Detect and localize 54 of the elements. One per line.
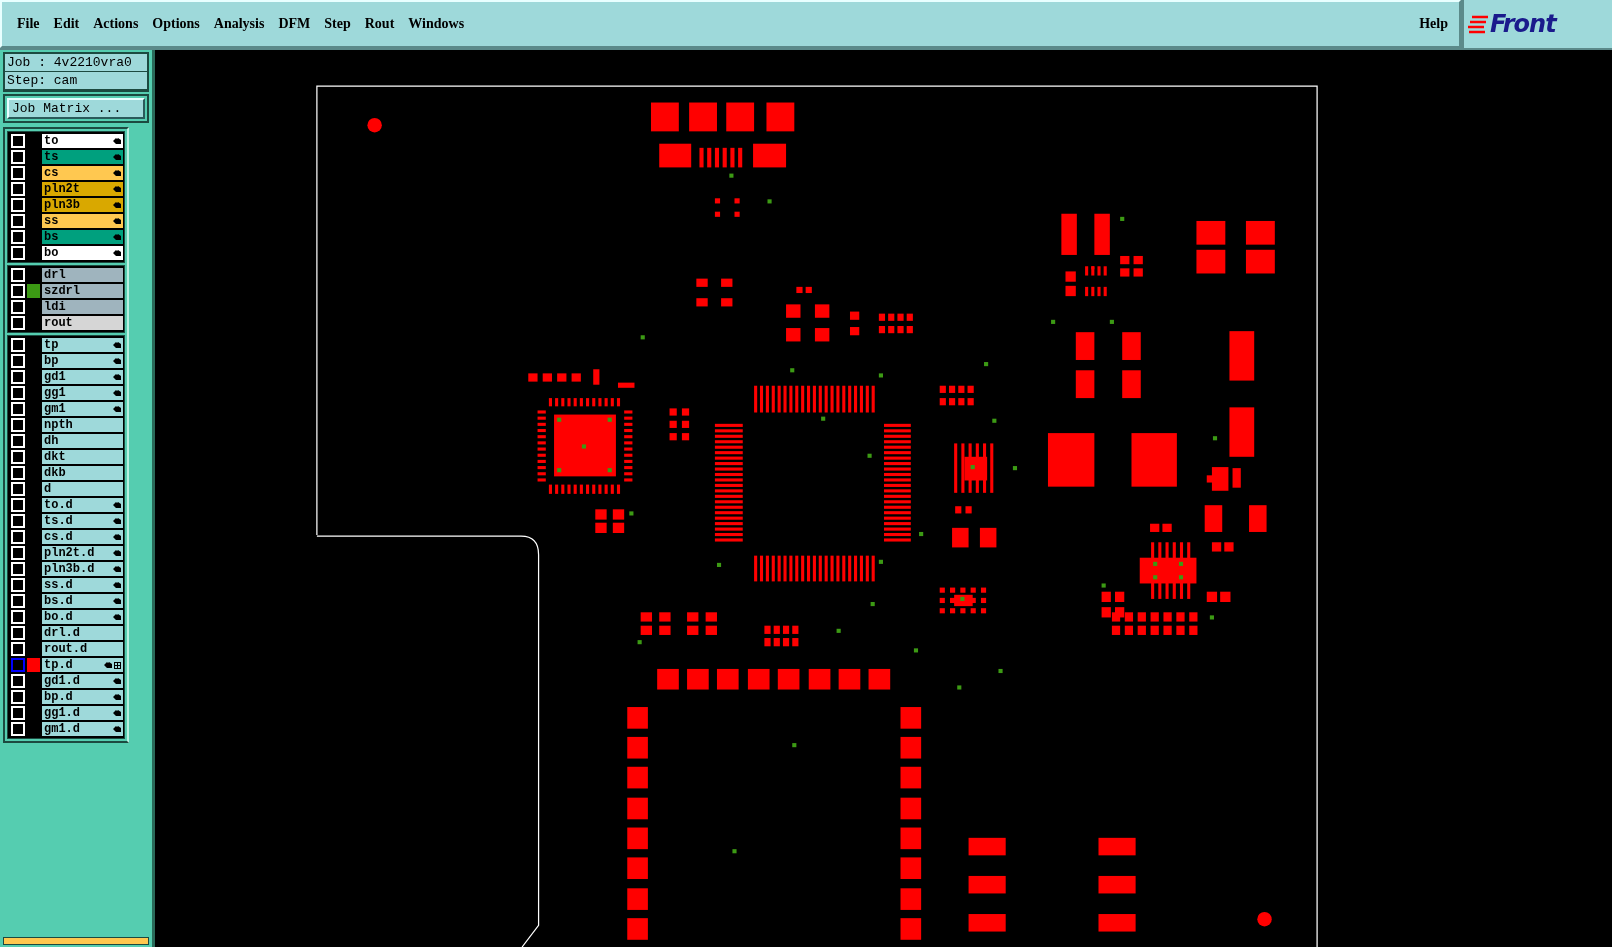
layer-name[interactable]: szdrl (42, 284, 123, 298)
layer-name[interactable]: bp.d (42, 690, 123, 704)
menu-item[interactable]: Edit (46, 12, 87, 36)
layer-name[interactable]: gm1.d (42, 722, 123, 736)
layer-name[interactable]: ss.d (42, 578, 123, 592)
layer-name[interactable]: dkb (42, 466, 123, 480)
layer-name[interactable]: bp (42, 354, 123, 368)
layer-name[interactable]: d (42, 482, 123, 496)
layer-name[interactable]: dh (42, 434, 123, 448)
step-name: Step: cam (5, 72, 147, 90)
layer-toggle[interactable] (11, 658, 25, 672)
layer-name[interactable]: ss (42, 214, 123, 228)
layer-name[interactable]: npth (42, 418, 123, 432)
layer-name[interactable]: ts.d (42, 514, 123, 528)
menu-item[interactable]: Actions (86, 12, 146, 36)
menu-item[interactable]: Rout (357, 12, 402, 36)
layer-name[interactable]: pln3b.d (42, 562, 123, 576)
layer-name[interactable]: bo (42, 246, 123, 260)
layer-name[interactable]: bs (42, 230, 123, 244)
layer-name[interactable]: tp (42, 338, 123, 352)
speed-lines-icon (1468, 14, 1488, 34)
layer-name[interactable]: to (42, 134, 123, 148)
layer-name[interactable]: rout (42, 316, 123, 330)
layer-name[interactable]: bo.d (42, 610, 123, 624)
layer-name[interactable]: drl.d (42, 626, 123, 640)
layer-name[interactable]: gg1.d (42, 706, 123, 720)
layer-name[interactable]: cs (42, 166, 123, 180)
layer-name[interactable]: pln2t.d (42, 546, 123, 560)
layer-name[interactable]: gm1 (42, 402, 123, 416)
layer-name[interactable]: gg1 (42, 386, 123, 400)
layer-name[interactable]: gd1 (42, 370, 123, 384)
layer-name[interactable]: drl (42, 268, 123, 282)
layer-name[interactable]: dkt (42, 450, 123, 464)
layer-name[interactable]: ts (42, 150, 123, 164)
layer-name[interactable]: ldi (42, 300, 123, 314)
job-name: Job : 4v2210vra0 (5, 54, 147, 72)
layer-name[interactable]: bs.d (42, 594, 123, 608)
layer-name[interactable]: rout.d (42, 642, 123, 656)
layer-name[interactable]: pln2t (42, 182, 123, 196)
menu-item[interactable]: Analysis (206, 12, 272, 36)
layer-name[interactable]: pln3b (42, 198, 123, 212)
layer-name[interactable]: cs.d (42, 530, 123, 544)
menu-item[interactable]: Step (317, 12, 358, 36)
menu-item[interactable]: DFM (271, 12, 318, 36)
job-matrix-button[interactable]: Job Matrix ... (7, 98, 145, 119)
layer-name[interactable]: gd1.d (42, 674, 123, 688)
grid-icon (114, 661, 121, 669)
menu-item[interactable]: Windows (401, 12, 472, 36)
layer-name[interactable]: to.d (42, 498, 123, 512)
help-menu[interactable]: Help (1412, 12, 1455, 36)
logo: Front (1490, 10, 1556, 38)
layer-name[interactable]: tp.d (42, 658, 123, 672)
menu-item[interactable]: Options (145, 12, 207, 36)
menu-item[interactable]: File (10, 12, 47, 36)
